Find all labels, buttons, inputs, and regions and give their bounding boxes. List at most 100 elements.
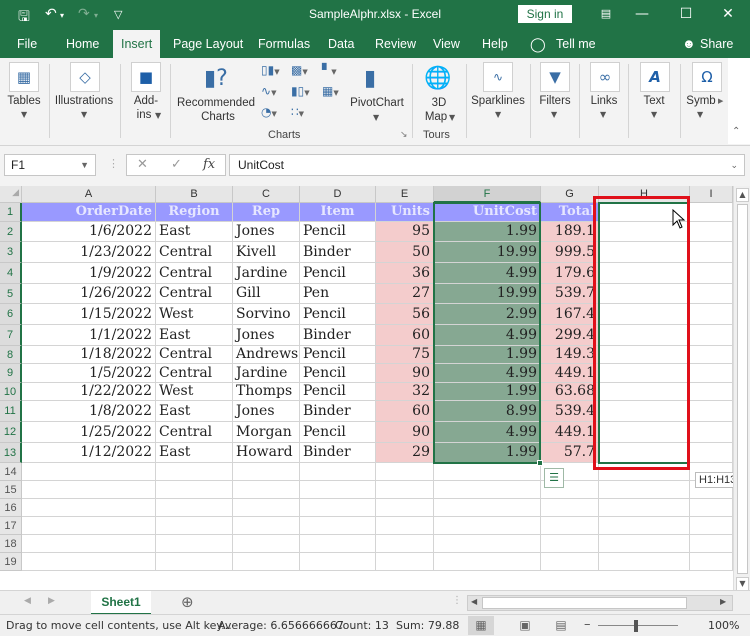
cell[interactable] [376, 499, 434, 517]
cell[interactable] [599, 517, 690, 535]
data-cell[interactable]: 1.99 [434, 346, 541, 364]
column-header-g[interactable]: G [541, 186, 599, 203]
cell[interactable] [22, 517, 156, 535]
header-cell-region[interactable]: Region [156, 203, 233, 222]
data-cell[interactable]: 4.99 [434, 422, 541, 443]
tab-page-layout[interactable]: Page Layout [173, 30, 243, 58]
data-cell[interactable]: 1/5/2022 [22, 364, 156, 383]
cell[interactable] [541, 517, 599, 535]
cell[interactable] [599, 304, 690, 325]
row-header-17[interactable]: 17 [0, 517, 22, 535]
zoom-slider-thumb[interactable] [634, 620, 638, 632]
sign-in-button[interactable]: Sign in [518, 5, 572, 23]
cell[interactable] [599, 535, 690, 553]
cell[interactable] [434, 535, 541, 553]
row-header-12[interactable]: 12 [0, 422, 22, 443]
data-cell[interactable]: 32 [376, 383, 434, 401]
column-header-b[interactable]: B [156, 186, 233, 203]
cell[interactable] [690, 517, 733, 535]
data-cell[interactable]: Howard [233, 443, 300, 463]
cell[interactable] [22, 481, 156, 499]
pie-chart-icon[interactable]: ◔▼ [261, 105, 277, 119]
3d-map-button[interactable]: 3D [424, 96, 454, 110]
horizontal-scrollbar[interactable]: ◀ ▶ [467, 595, 733, 611]
charts-dialog-launcher-icon[interactable]: ↘ [400, 130, 408, 140]
cell[interactable] [599, 364, 690, 383]
cell[interactable] [233, 499, 300, 517]
cell[interactable] [22, 463, 156, 481]
cell[interactable] [156, 553, 233, 571]
row-header-11[interactable]: 11 [0, 401, 22, 422]
addins-button[interactable]: Add- [126, 94, 166, 108]
cell[interactable] [690, 364, 733, 383]
data-cell[interactable]: East [156, 401, 233, 422]
cell[interactable] [690, 242, 733, 263]
row-header-1[interactable]: 1 [0, 203, 22, 222]
data-cell[interactable]: 539.4 [541, 401, 599, 422]
cell[interactable] [434, 553, 541, 571]
cell[interactable] [599, 325, 690, 346]
enter-icon[interactable]: ✓ [171, 157, 182, 172]
data-cell[interactable]: East [156, 222, 233, 242]
cell[interactable] [541, 553, 599, 571]
maximize-icon[interactable]: ☐ [674, 4, 698, 24]
text-dropdown-icon[interactable]: ▼ [651, 110, 657, 119]
zoom-level[interactable]: 100% [708, 619, 739, 632]
zoom-slider[interactable] [598, 625, 678, 626]
header-cell-rep[interactable]: Rep [233, 203, 300, 222]
row-header-16[interactable]: 16 [0, 499, 22, 517]
data-cell[interactable]: 999.5 [541, 242, 599, 263]
row-header-7[interactable]: 7 [0, 325, 22, 346]
data-cell[interactable]: 60 [376, 401, 434, 422]
data-cell[interactable]: Sorvino [233, 304, 300, 325]
collapse-ribbon-icon[interactable]: ⌃ [732, 126, 740, 137]
data-cell[interactable]: Thomps [233, 383, 300, 401]
cell[interactable] [376, 535, 434, 553]
cell[interactable] [156, 499, 233, 517]
data-cell[interactable]: Binder [300, 242, 376, 263]
data-cell[interactable]: 90 [376, 422, 434, 443]
name-box-dropdown-icon[interactable]: ▼ [80, 155, 89, 175]
row-header-4[interactable]: 4 [0, 263, 22, 284]
column-header-e[interactable]: E [376, 186, 434, 203]
cell[interactable] [156, 463, 233, 481]
ribbon-display-icon[interactable]: ▤ [594, 4, 618, 24]
cell[interactable] [690, 553, 733, 571]
cell[interactable] [541, 499, 599, 517]
cell[interactable] [599, 383, 690, 401]
scroll-down-icon[interactable]: ▼ [736, 577, 749, 591]
cell[interactable] [376, 517, 434, 535]
name-box[interactable]: F1 ▼ [4, 154, 96, 176]
cancel-icon[interactable]: ✕ [137, 157, 148, 172]
cell[interactable] [233, 553, 300, 571]
data-cell[interactable]: 50 [376, 242, 434, 263]
column-header-a[interactable]: A [22, 186, 156, 203]
data-cell[interactable]: Binder [300, 443, 376, 463]
header-cell-unitcost[interactable]: UnitCost [434, 203, 541, 222]
sparklines-dropdown-icon[interactable]: ▼ [495, 110, 501, 119]
data-cell[interactable]: 8.99 [434, 401, 541, 422]
cell[interactable] [690, 325, 733, 346]
row-header-13[interactable]: 13 [0, 443, 22, 463]
data-cell[interactable]: 19.99 [434, 242, 541, 263]
cell[interactable] [300, 553, 376, 571]
cell[interactable] [690, 263, 733, 284]
cell[interactable] [376, 553, 434, 571]
data-cell[interactable]: 1/15/2022 [22, 304, 156, 325]
cell[interactable] [599, 346, 690, 364]
data-cell[interactable]: Pencil [300, 346, 376, 364]
data-cell[interactable]: 90 [376, 364, 434, 383]
symbols-dropdown-icon[interactable]: ▼ [697, 110, 703, 119]
data-cell[interactable]: Central [156, 422, 233, 443]
data-cell[interactable]: 1.99 [434, 443, 541, 463]
vertical-scroll-thumb[interactable] [737, 204, 748, 574]
header-cell-item[interactable]: Item [300, 203, 376, 222]
header-cell-units[interactable]: Units [376, 203, 434, 222]
data-cell[interactable]: Binder [300, 325, 376, 346]
tab-insert[interactable]: Insert [113, 30, 161, 58]
cell[interactable] [599, 553, 690, 571]
cell[interactable] [434, 499, 541, 517]
hierarchy-chart-icon[interactable]: ▩▼ [291, 63, 308, 77]
cell[interactable] [690, 383, 733, 401]
data-cell[interactable]: Andrews [233, 346, 300, 364]
